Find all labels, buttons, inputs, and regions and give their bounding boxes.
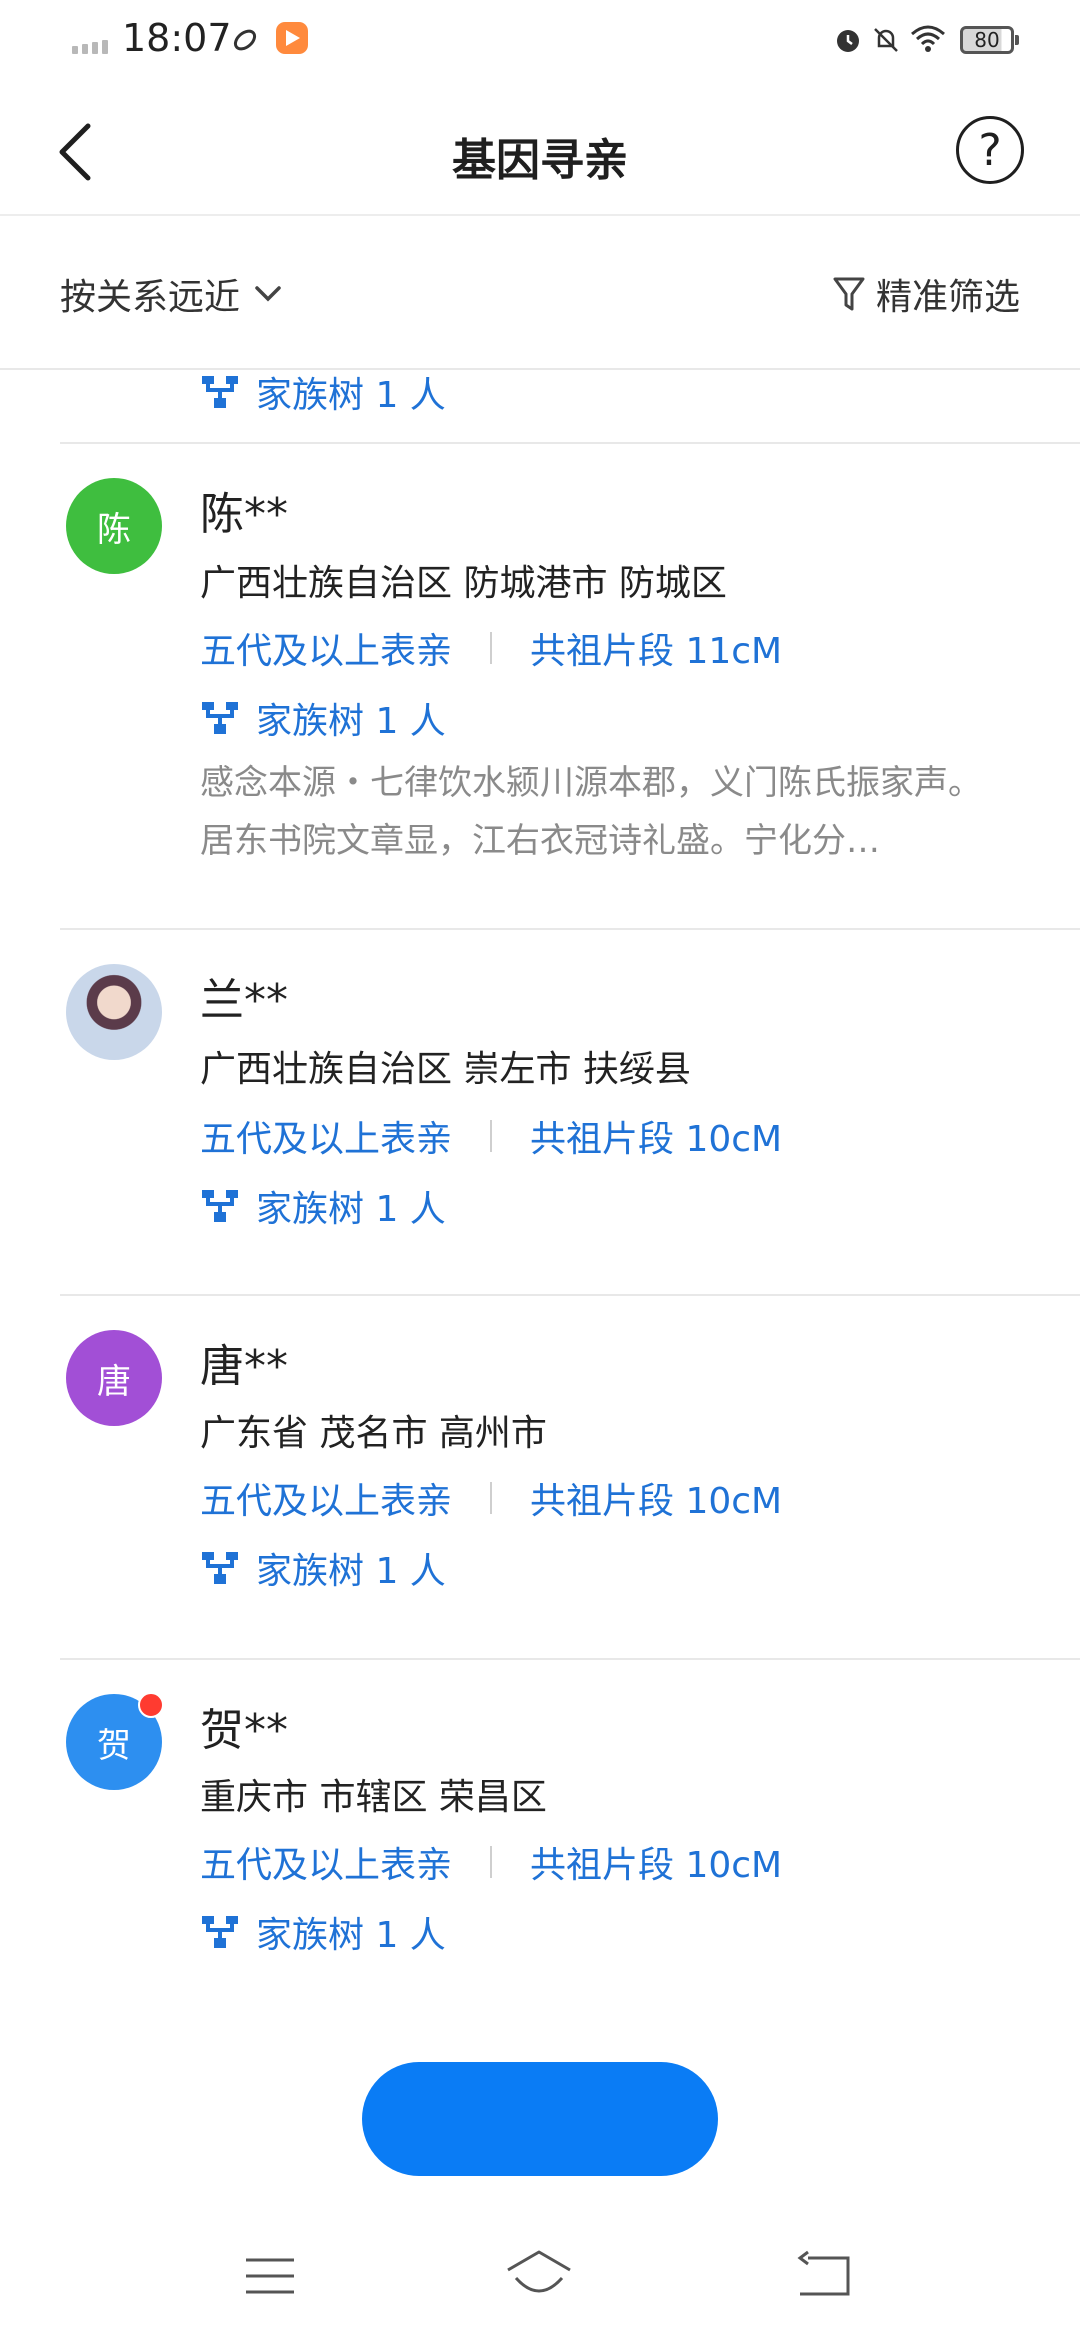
family-tree-link[interactable]: 家族树 1 人 [200, 370, 446, 418]
funnel-icon [833, 277, 865, 311]
family-tree-link[interactable]: 家族树 1 人 [200, 1906, 446, 1958]
unread-badge [138, 1692, 164, 1718]
alarm-icon [837, 30, 859, 52]
family-tree-link[interactable]: 家族树 1 人 [200, 1180, 446, 1232]
relation-row: 五代及以上表亲 共祖片段 11cM [200, 622, 782, 674]
relation-row: 五代及以上表亲 共祖片段 10cM [200, 1110, 782, 1162]
signal-icon [72, 40, 108, 54]
relation-row: 五代及以上表亲 共祖片段 10cM [200, 1472, 782, 1524]
filter-label: 精准筛选 [875, 277, 1020, 318]
family-tree-icon [202, 1916, 238, 1948]
family-tree-link[interactable]: 家族树 1 人 [200, 1542, 446, 1594]
list-item[interactable]: 兰** 广西壮族自治区 崇左市 扶绥县 五代及以上表亲 共祖片段 10cM 家族… [0, 930, 1080, 1294]
separator [490, 1846, 493, 1878]
avatar: 唐 [66, 1330, 162, 1426]
avatar: 陈 [66, 478, 162, 574]
list-item-partial[interactable]: 家族树 1 人 [0, 370, 1080, 438]
page-title: 基因寻亲 [452, 135, 628, 186]
back-nav-icon[interactable] [796, 2250, 852, 2298]
match-name: 唐** [200, 1341, 288, 1392]
family-tree-label: 家族树 1 人 [256, 701, 446, 742]
precise-filter-button[interactable]: 精准筛选 [832, 268, 1020, 320]
family-tree-label: 家族树 1 人 [256, 1189, 446, 1230]
shared-segment: 共祖片段 10cM [530, 1119, 783, 1160]
match-location: 广西壮族自治区 防城港市 防城区 [200, 563, 727, 604]
match-name: 陈** [200, 489, 288, 540]
list-item[interactable]: 唐 唐** 广东省 茂名市 高州市 五代及以上表亲 共祖片段 10cM 家族树 … [0, 1296, 1080, 1658]
match-intro: 感念本源・七律饮水颍川源本郡，义门陈氏振家声。居东书院文章显，江右衣冠诗礼盛。宁… [200, 763, 982, 861]
family-tree-label: 家族树 1 人 [256, 375, 446, 416]
avatar-initial: 贺 [97, 1725, 131, 1766]
separator [490, 632, 493, 664]
family-tree-link[interactable]: 家族树 1 人 [200, 692, 446, 744]
separator [490, 1482, 493, 1514]
list-item[interactable]: 陈 陈** 广西壮族自治区 防城港市 防城区 五代及以上表亲 共祖片段 11cM… [0, 444, 1080, 861]
separator [490, 1120, 493, 1152]
relation-label: 五代及以上表亲 [200, 1845, 453, 1886]
wifi-icon [911, 25, 945, 52]
home-icon[interactable] [504, 2248, 574, 2300]
list-item[interactable]: 贺 贺** 重庆市 市辖区 荣昌区 五代及以上表亲 共祖片段 10cM 家族树 … [0, 1660, 1080, 2000]
status-time: 18:07 [122, 16, 232, 60]
filter-bar: 按关系远近 精准筛选 [0, 216, 1080, 370]
family-tree-label: 家族树 1 人 [256, 1915, 446, 1956]
family-tree-icon [202, 702, 238, 734]
menu-icon[interactable] [244, 2256, 296, 2296]
avatar: 贺 [66, 1692, 164, 1790]
match-location: 广东省 茂名市 高州市 [200, 1413, 547, 1454]
family-tree-icon [202, 1552, 238, 1584]
family-tree-icon [202, 376, 238, 408]
chevron-down-icon [255, 286, 281, 302]
match-location: 广西壮族自治区 崇左市 扶绥县 [200, 1049, 691, 1090]
sync-icon [233, 29, 257, 51]
family-tree-icon [202, 1190, 238, 1222]
relation-row: 五代及以上表亲 共祖片段 10cM [200, 1836, 782, 1888]
family-tree-label: 家族树 1 人 [256, 1551, 446, 1592]
sort-dropdown[interactable]: 按关系远近 [60, 268, 282, 320]
relation-label: 五代及以上表亲 [200, 631, 453, 672]
battery-indicator: 80 [960, 26, 1019, 54]
help-button[interactable]: ? [956, 116, 1024, 184]
match-name: 贺** [200, 1705, 288, 1756]
match-list: 家族树 1 人 陈 陈** 广西壮族自治区 防城港市 防城区 五代及以上表亲 共… [0, 370, 1080, 2020]
video-app-icon [276, 22, 308, 54]
shared-segment: 共祖片段 10cM [530, 1845, 783, 1886]
match-location: 重庆市 市辖区 荣昌区 [200, 1777, 547, 1818]
shared-segment: 共祖片段 10cM [530, 1481, 783, 1522]
floating-action-button[interactable] [362, 2062, 718, 2176]
status-bar: 18:07 80 [0, 0, 1080, 84]
match-name: 兰** [200, 975, 288, 1026]
relation-label: 五代及以上表亲 [200, 1119, 453, 1160]
relation-label: 五代及以上表亲 [200, 1481, 453, 1522]
shared-segment: 共祖片段 11cM [530, 631, 783, 672]
system-nav-bar [0, 2200, 1080, 2340]
avatar-photo [66, 964, 162, 1060]
mute-bell-icon [874, 28, 898, 52]
sort-label: 按关系远近 [60, 277, 241, 318]
app-header: 基因寻亲 ? [0, 84, 1080, 216]
